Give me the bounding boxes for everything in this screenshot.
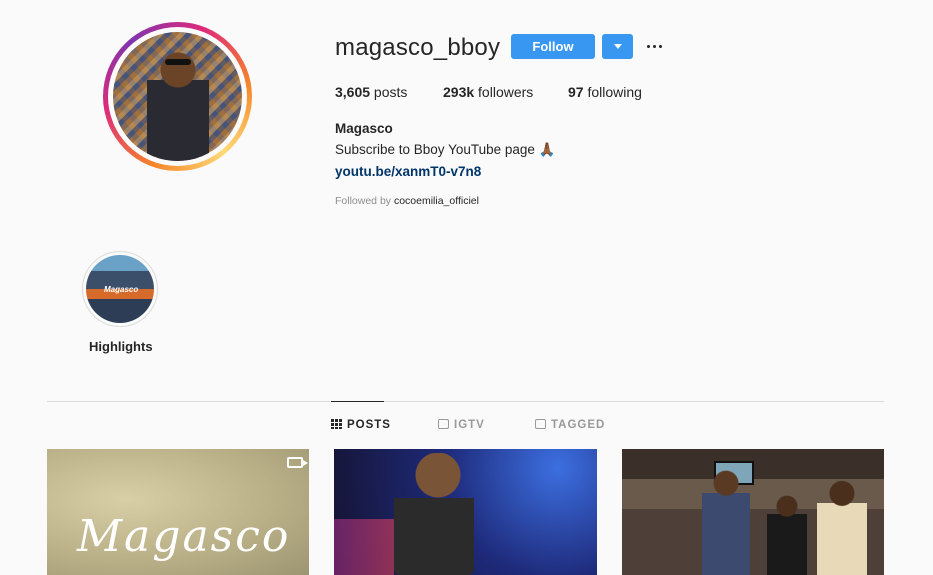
- following-count: 97: [568, 84, 584, 100]
- tag-icon: [535, 419, 546, 429]
- tv-icon: [438, 419, 449, 429]
- tab-posts-label: POSTS: [347, 419, 391, 431]
- active-tab-indicator: [331, 401, 384, 402]
- followed-by[interactable]: Followed by cocoemilia_officiel: [335, 195, 479, 207]
- person-figure: [767, 494, 807, 575]
- tab-igtv-label: IGTV: [454, 419, 485, 431]
- post-overlay-text: Magasco: [77, 511, 291, 562]
- profile-bio: Subscribe to Bboy YouTube page 🙏🏾: [335, 142, 556, 157]
- following-label: following: [583, 84, 642, 100]
- sunglasses: [165, 59, 191, 65]
- avatar-inner: [108, 27, 247, 166]
- post-thumbnail[interactable]: [622, 449, 884, 575]
- person-figure: [817, 479, 867, 575]
- grid-icon: [331, 419, 342, 429]
- highlight-label[interactable]: Highlights: [89, 339, 153, 354]
- posts-label: posts: [370, 84, 408, 100]
- tabs-divider: [47, 401, 884, 402]
- highlight-thumbnail: Magasco: [86, 255, 154, 323]
- profile-username: magasco_bboy: [335, 34, 501, 61]
- highlight-thumb-text: Magasco: [104, 285, 139, 294]
- post-thumbnail[interactable]: Magasco: [47, 449, 309, 575]
- video-icon: [287, 457, 308, 468]
- tab-posts[interactable]: POSTS: [331, 419, 391, 431]
- tab-tagged[interactable]: TAGGED: [535, 419, 605, 431]
- tab-igtv[interactable]: IGTV: [438, 419, 485, 431]
- stage-light: [334, 519, 394, 575]
- followers-label: followers: [474, 84, 534, 100]
- performer-figure: [394, 453, 474, 575]
- highlight-item[interactable]: Magasco: [82, 251, 158, 327]
- profile-avatar[interactable]: [103, 22, 252, 171]
- followed-by-prefix: Followed by: [335, 195, 394, 207]
- post-thumbnail[interactable]: [334, 449, 597, 575]
- profile-link[interactable]: youtu.be/xanmT0-v7n8: [335, 164, 481, 179]
- avatar-person: [147, 50, 209, 161]
- followers-count: 293k: [443, 84, 475, 100]
- profile-full-name: Magasco: [335, 121, 393, 136]
- tab-tagged-label: TAGGED: [551, 419, 606, 431]
- avatar-image: [113, 32, 242, 161]
- stat-following[interactable]: 97 following: [568, 84, 642, 100]
- suggested-dropdown-button[interactable]: [602, 34, 633, 59]
- followed-by-user[interactable]: cocoemilia_officiel: [394, 195, 479, 207]
- stat-followers[interactable]: 293k followers: [443, 84, 533, 100]
- follow-button[interactable]: Follow: [511, 34, 595, 59]
- posts-count: 3,605: [335, 84, 371, 100]
- person-figure: [702, 467, 750, 575]
- more-options-icon[interactable]: [645, 37, 665, 57]
- stat-posts: 3,605 posts: [335, 84, 407, 100]
